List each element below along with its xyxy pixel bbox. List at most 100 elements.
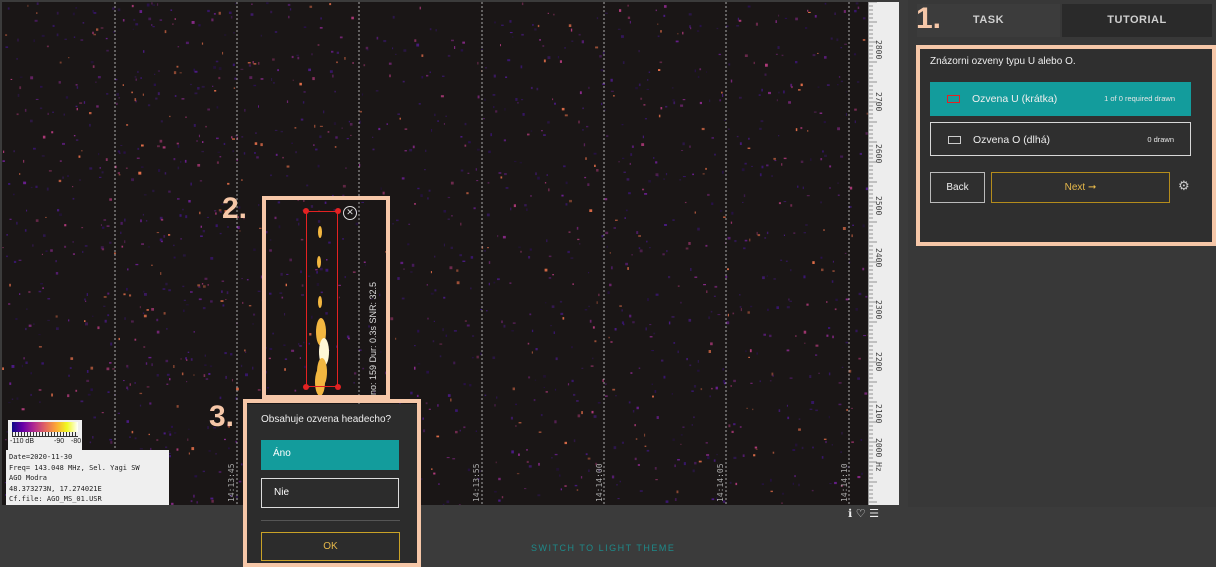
noise-pixel (439, 343, 443, 345)
noise-pixel (515, 98, 518, 101)
noise-pixel (521, 33, 524, 36)
noise-pixel (408, 223, 411, 225)
noise-pixel (166, 373, 170, 376)
noise-pixel (222, 51, 224, 55)
noise-pixel (118, 152, 121, 154)
noise-pixel (826, 301, 828, 303)
noise-pixel (655, 9, 657, 12)
noise-pixel (600, 69, 604, 72)
noise-pixel (396, 219, 399, 222)
noise-pixel (352, 62, 354, 64)
noise-pixel (9, 218, 12, 220)
noise-pixel (93, 416, 96, 419)
list-icon[interactable]: ☰ (869, 507, 879, 520)
noise-pixel (336, 61, 338, 64)
noise-pixel (694, 211, 696, 214)
info-line: AGO Modra (9, 474, 47, 482)
noise-pixel (395, 53, 397, 55)
noise-pixel (207, 108, 210, 111)
noise-pixel (688, 318, 692, 322)
noise-pixel (414, 345, 416, 347)
time-label: 14:13:45 (227, 463, 236, 502)
noise-pixel (139, 306, 141, 309)
noise-pixel (802, 186, 804, 190)
noise-pixel (619, 9, 622, 12)
noise-pixel (553, 331, 555, 334)
noise-pixel (177, 166, 180, 170)
noise-pixel (644, 433, 646, 437)
noise-pixel (89, 441, 92, 444)
noise-pixel (176, 65, 179, 68)
noise-pixel (588, 272, 590, 274)
noise-pixel (750, 305, 753, 308)
spectrogram-canvas[interactable] (2, 2, 868, 505)
noise-pixel (602, 51, 605, 55)
noise-pixel (134, 98, 137, 102)
noise-pixel (494, 404, 496, 407)
favorite-icon[interactable]: ♡ (856, 507, 866, 520)
noise-pixel (165, 446, 168, 449)
noise-pixel (486, 310, 488, 312)
noise-pixel (228, 11, 232, 14)
noise-pixel (534, 28, 537, 31)
noise-pixel (38, 290, 42, 293)
noise-pixel (659, 61, 663, 64)
noise-pixel (443, 210, 447, 213)
noise-pixel (363, 64, 366, 67)
noise-pixel (642, 188, 645, 191)
spectrogram-viewer[interactable]: 14:13:45 14:13:55 14:14:00 14:14:05 14:1… (2, 2, 868, 505)
noise-pixel (511, 450, 514, 454)
noise-pixel (576, 400, 579, 402)
noise-pixel (55, 260, 57, 263)
noise-pixel (806, 303, 809, 306)
noise-pixel (580, 476, 583, 479)
noise-pixel (117, 172, 120, 174)
noise-pixel (696, 30, 700, 32)
noise-pixel (323, 110, 325, 114)
noise-pixel (840, 155, 844, 158)
noise-pixel (646, 88, 649, 90)
noise-pixel (165, 359, 169, 363)
noise-pixel (757, 234, 761, 237)
noise-pixel (169, 433, 172, 436)
switch-theme-link[interactable]: SWITCH TO LIGHT THEME (531, 543, 675, 553)
noise-pixel (628, 192, 631, 195)
noise-pixel (389, 74, 391, 78)
noise-pixel (446, 457, 450, 459)
noise-pixel (36, 12, 38, 14)
noise-pixel (845, 113, 847, 116)
noise-pixel (644, 118, 647, 120)
noise-pixel (750, 382, 753, 384)
noise-pixel (242, 301, 244, 304)
noise-pixel (258, 204, 260, 207)
noise-pixel (573, 439, 576, 443)
noise-pixel (84, 245, 88, 247)
noise-pixel (202, 230, 205, 233)
tab-tutorial[interactable]: TUTORIAL (1062, 4, 1212, 37)
noise-pixel (846, 91, 848, 93)
noise-pixel (488, 261, 491, 264)
noise-pixel (577, 414, 581, 418)
freq-tick-label: 2600 (874, 144, 883, 164)
observation-info: Date=2020-11-30 Freq= 143.048 MHz, Sel. … (6, 450, 169, 505)
noise-pixel (680, 443, 682, 445)
noise-pixel (459, 254, 462, 257)
noise-pixel (795, 61, 798, 64)
noise-pixel (736, 25, 740, 27)
noise-pixel (456, 269, 459, 272)
noise-pixel (164, 172, 167, 175)
noise-pixel (152, 4, 155, 6)
colorbar-legend: -110 dB -90 -80 (8, 420, 82, 450)
noise-pixel (346, 138, 349, 140)
noise-pixel (528, 465, 532, 468)
noise-pixel (185, 215, 188, 219)
noise-pixel (845, 341, 848, 344)
info-icon[interactable]: ℹ (848, 507, 852, 520)
noise-pixel (582, 107, 584, 110)
noise-pixel (775, 20, 777, 23)
noise-pixel (817, 52, 819, 54)
noise-pixel (173, 158, 176, 161)
noise-pixel (504, 173, 507, 176)
noise-pixel (828, 415, 830, 419)
noise-pixel (638, 83, 641, 87)
